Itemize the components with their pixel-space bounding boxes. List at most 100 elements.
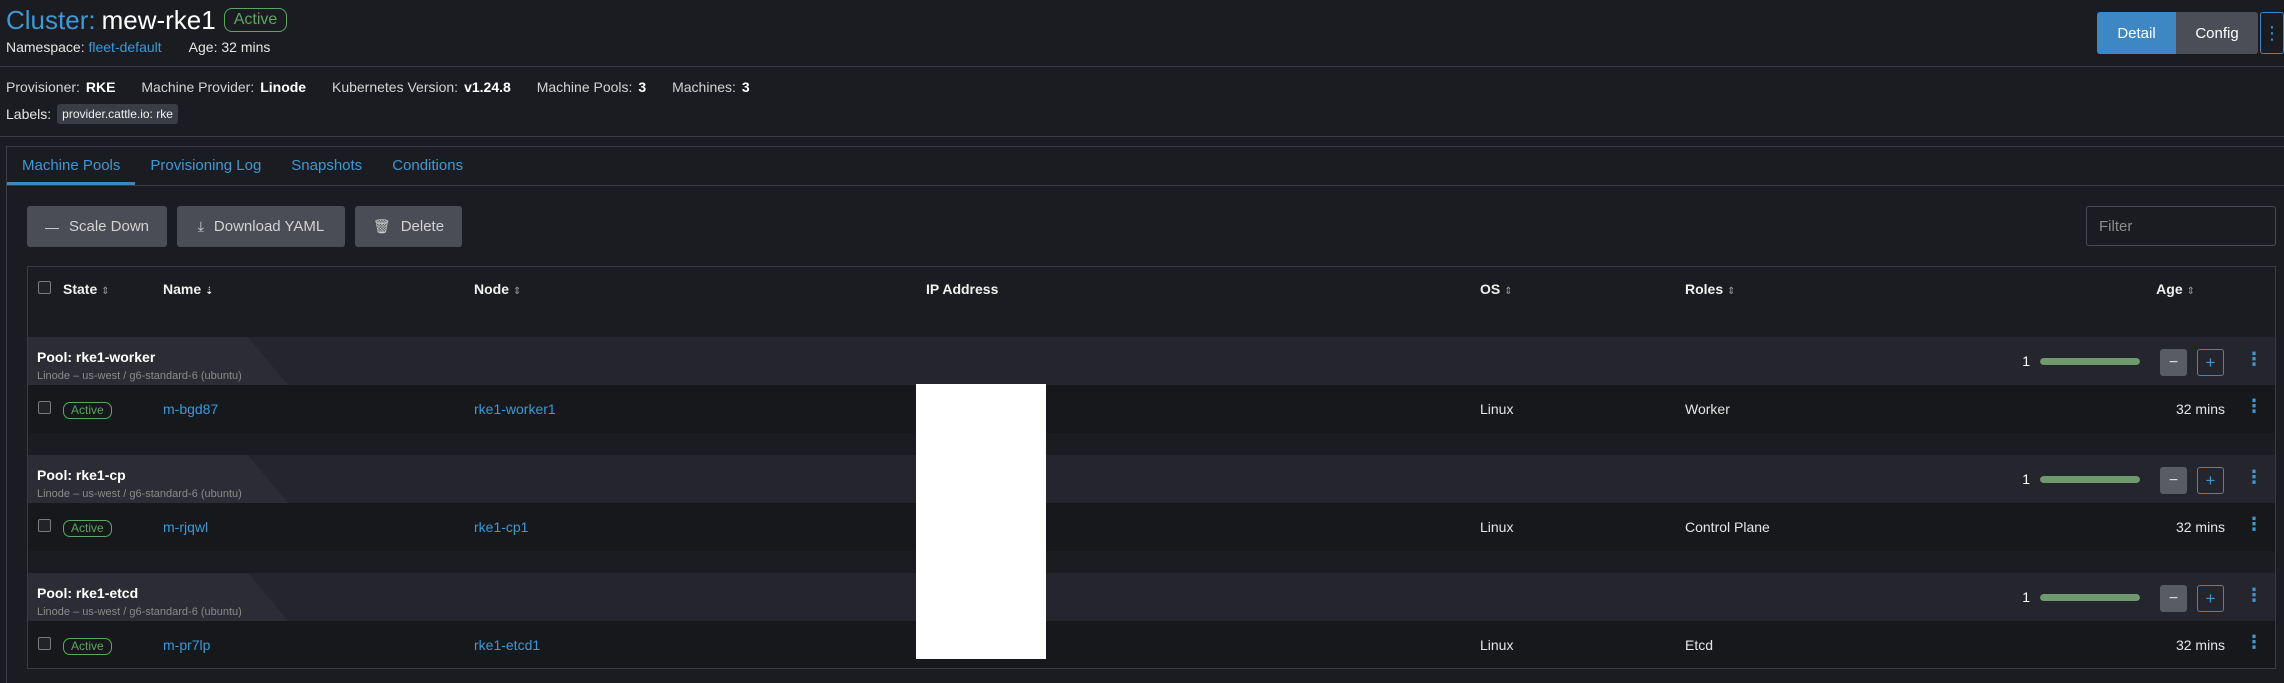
- scale-down-pool-button[interactable]: −: [2160, 467, 2187, 494]
- node-link[interactable]: rke1-cp1: [474, 503, 528, 551]
- age-cell: 32 mins: [2175, 637, 2225, 653]
- select-all-checkbox[interactable]: [38, 267, 51, 311]
- pool-group-row: Pool: rke1-cp Linode – us-west / g6-stan…: [28, 455, 2275, 503]
- pool-progress-bar: [2040, 594, 2140, 601]
- trash-icon: 🗑: [372, 218, 391, 234]
- labels-label: Labels:: [6, 106, 52, 122]
- detail-button[interactable]: Detail: [2097, 12, 2176, 54]
- namespace-label: Namespace:: [6, 39, 85, 55]
- table-row: Active m-pr7lp rke1-etcd1 Linux Etcd 32 …: [28, 621, 2275, 668]
- row-checkbox[interactable]: [38, 385, 51, 433]
- pool-group-row: Pool: rke1-etcd Linode – us-west / g6-st…: [28, 573, 2275, 621]
- scale-down-pool-button[interactable]: −: [2160, 349, 2187, 376]
- row-checkbox[interactable]: [38, 503, 51, 551]
- table-row: Active m-bgd87 rke1-worker1 Linux Worker…: [28, 385, 2275, 433]
- roles-cell: Etcd: [1685, 637, 1714, 653]
- node-link[interactable]: rke1-etcd1: [474, 621, 540, 668]
- pool-progress-bar: [2040, 476, 2140, 483]
- scale-down-button[interactable]: — Scale Down: [27, 206, 167, 247]
- age-cell: 32 mins: [2175, 519, 2225, 535]
- pool-title: Pool: rke1-cp: [37, 467, 126, 483]
- tab-machine-pools[interactable]: Machine Pools: [7, 147, 136, 185]
- pool-subtitle: Linode – us-west / g6-standard-6 (ubuntu…: [37, 488, 242, 500]
- column-state[interactable]: State ⇕: [63, 267, 110, 314]
- pool-subtitle: Linode – us-west / g6-standard-6 (ubuntu…: [37, 370, 242, 382]
- sort-icon: ⇕: [1727, 286, 1736, 297]
- pool-count: 1: [2022, 589, 2030, 605]
- row-checkbox[interactable]: [38, 621, 51, 668]
- pool-title: Pool: rke1-worker: [37, 349, 156, 365]
- machine-name-link[interactable]: m-rjqwl: [163, 503, 208, 551]
- meta-key: Machine Provider:: [141, 79, 255, 95]
- column-name[interactable]: Name ⇣: [163, 267, 214, 314]
- tab-bar: Machine Pools Provisioning Log Snapshots…: [6, 146, 2284, 186]
- meta-key: Provisioner:: [6, 79, 80, 95]
- delete-button[interactable]: 🗑 Delete: [355, 206, 462, 247]
- meta-key: Machine Pools:: [536, 79, 633, 95]
- pool-subtitle: Linode – us-west / g6-standard-6 (ubuntu…: [37, 606, 242, 618]
- filter-input[interactable]: [2086, 206, 2276, 246]
- machines-table: State ⇕ Name ⇣ Node ⇕ IP Address OS ⇕ Roles ⇕…: [27, 266, 2276, 669]
- kebab-icon: ⋮: [2263, 22, 2281, 43]
- meta-value: 3: [638, 79, 647, 95]
- kebab-icon[interactable]: ⋮: [2245, 514, 2263, 535]
- state-badge: Active: [63, 519, 112, 537]
- download-yaml-button[interactable]: ⤓ Download YAML: [177, 206, 345, 247]
- kebab-icon[interactable]: ⋮: [2245, 585, 2263, 606]
- page-title: Cluster: mew-rke1 Active: [6, 4, 288, 36]
- kebab-icon[interactable]: ⋮: [2245, 632, 2263, 653]
- tab-snapshots[interactable]: Snapshots: [276, 147, 377, 185]
- pool-title: Pool: rke1-etcd: [37, 585, 139, 601]
- kebab-icon[interactable]: ⋮: [2245, 396, 2263, 417]
- scale-down-label: Scale Down: [68, 218, 150, 235]
- pool-progress-fill: [2040, 476, 2140, 483]
- meta-value: 3: [741, 79, 750, 95]
- os-cell: Linux: [1480, 519, 1514, 535]
- namespace-link[interactable]: fleet-default: [88, 39, 161, 55]
- sort-icon: ⇕: [2186, 286, 2195, 297]
- scale-up-pool-button[interactable]: +: [2197, 467, 2224, 494]
- table-header: State ⇕ Name ⇣ Node ⇕ IP Address OS ⇕ Roles ⇕…: [28, 267, 2275, 311]
- divider: [0, 66, 2284, 67]
- tab-conditions[interactable]: Conditions: [377, 147, 478, 185]
- cluster-meta: Provisioner: RKE Machine Provider: Linode …: [6, 79, 772, 95]
- machine-name-link[interactable]: m-bgd87: [163, 385, 218, 433]
- pool-count: 1: [2022, 353, 2030, 369]
- tab-panel: — Scale Down ⤓ Download YAML 🗑 Delete St…: [6, 186, 2284, 683]
- sort-icon: ⇕: [1504, 286, 1513, 297]
- redacted-ip-block: [916, 384, 1046, 659]
- sort-desc-icon: ⇣: [205, 286, 214, 297]
- column-node[interactable]: Node ⇕: [474, 267, 521, 314]
- meta-value: v1.24.8: [464, 79, 511, 95]
- column-node-label: Node: [474, 281, 509, 297]
- scale-up-pool-button[interactable]: +: [2197, 349, 2224, 376]
- more-actions-button[interactable]: ⋮: [2260, 12, 2284, 54]
- sort-icon: ⇕: [101, 286, 110, 297]
- column-age[interactable]: Age ⇕: [2156, 267, 2195, 314]
- pool-progress-fill: [2040, 358, 2140, 365]
- column-os[interactable]: OS ⇕: [1480, 267, 1513, 314]
- scale-up-pool-button[interactable]: +: [2197, 585, 2224, 612]
- meta-value: RKE: [85, 79, 116, 95]
- column-roles-label: Roles: [1685, 281, 1724, 297]
- age-cell: 32 mins: [2175, 401, 2225, 417]
- meta-value: Linode: [260, 79, 307, 95]
- roles-cell: Control Plane: [1685, 519, 1770, 535]
- scale-down-pool-button[interactable]: −: [2160, 585, 2187, 612]
- machine-name-link[interactable]: m-pr7lp: [163, 621, 210, 668]
- sort-icon: ⇕: [513, 286, 522, 297]
- column-os-label: OS: [1480, 281, 1501, 297]
- label-chip: provider.cattle.io: rke: [57, 104, 178, 124]
- age-value: 32 mins: [221, 39, 271, 55]
- labels-row: Labels: provider.cattle.io: rke: [6, 104, 178, 124]
- meta-key: Kubernetes Version:: [331, 79, 459, 95]
- kebab-icon[interactable]: ⋮: [2245, 467, 2263, 488]
- config-button[interactable]: Config: [2176, 12, 2258, 54]
- pool-count: 1: [2022, 471, 2030, 487]
- kebab-icon[interactable]: ⋮: [2245, 349, 2263, 370]
- node-link[interactable]: rke1-worker1: [474, 385, 556, 433]
- divider: [0, 136, 2284, 137]
- column-roles[interactable]: Roles ⇕: [1685, 267, 1736, 314]
- tab-provisioning-log[interactable]: Provisioning Log: [135, 147, 276, 185]
- meta-key: Machines:: [672, 79, 736, 95]
